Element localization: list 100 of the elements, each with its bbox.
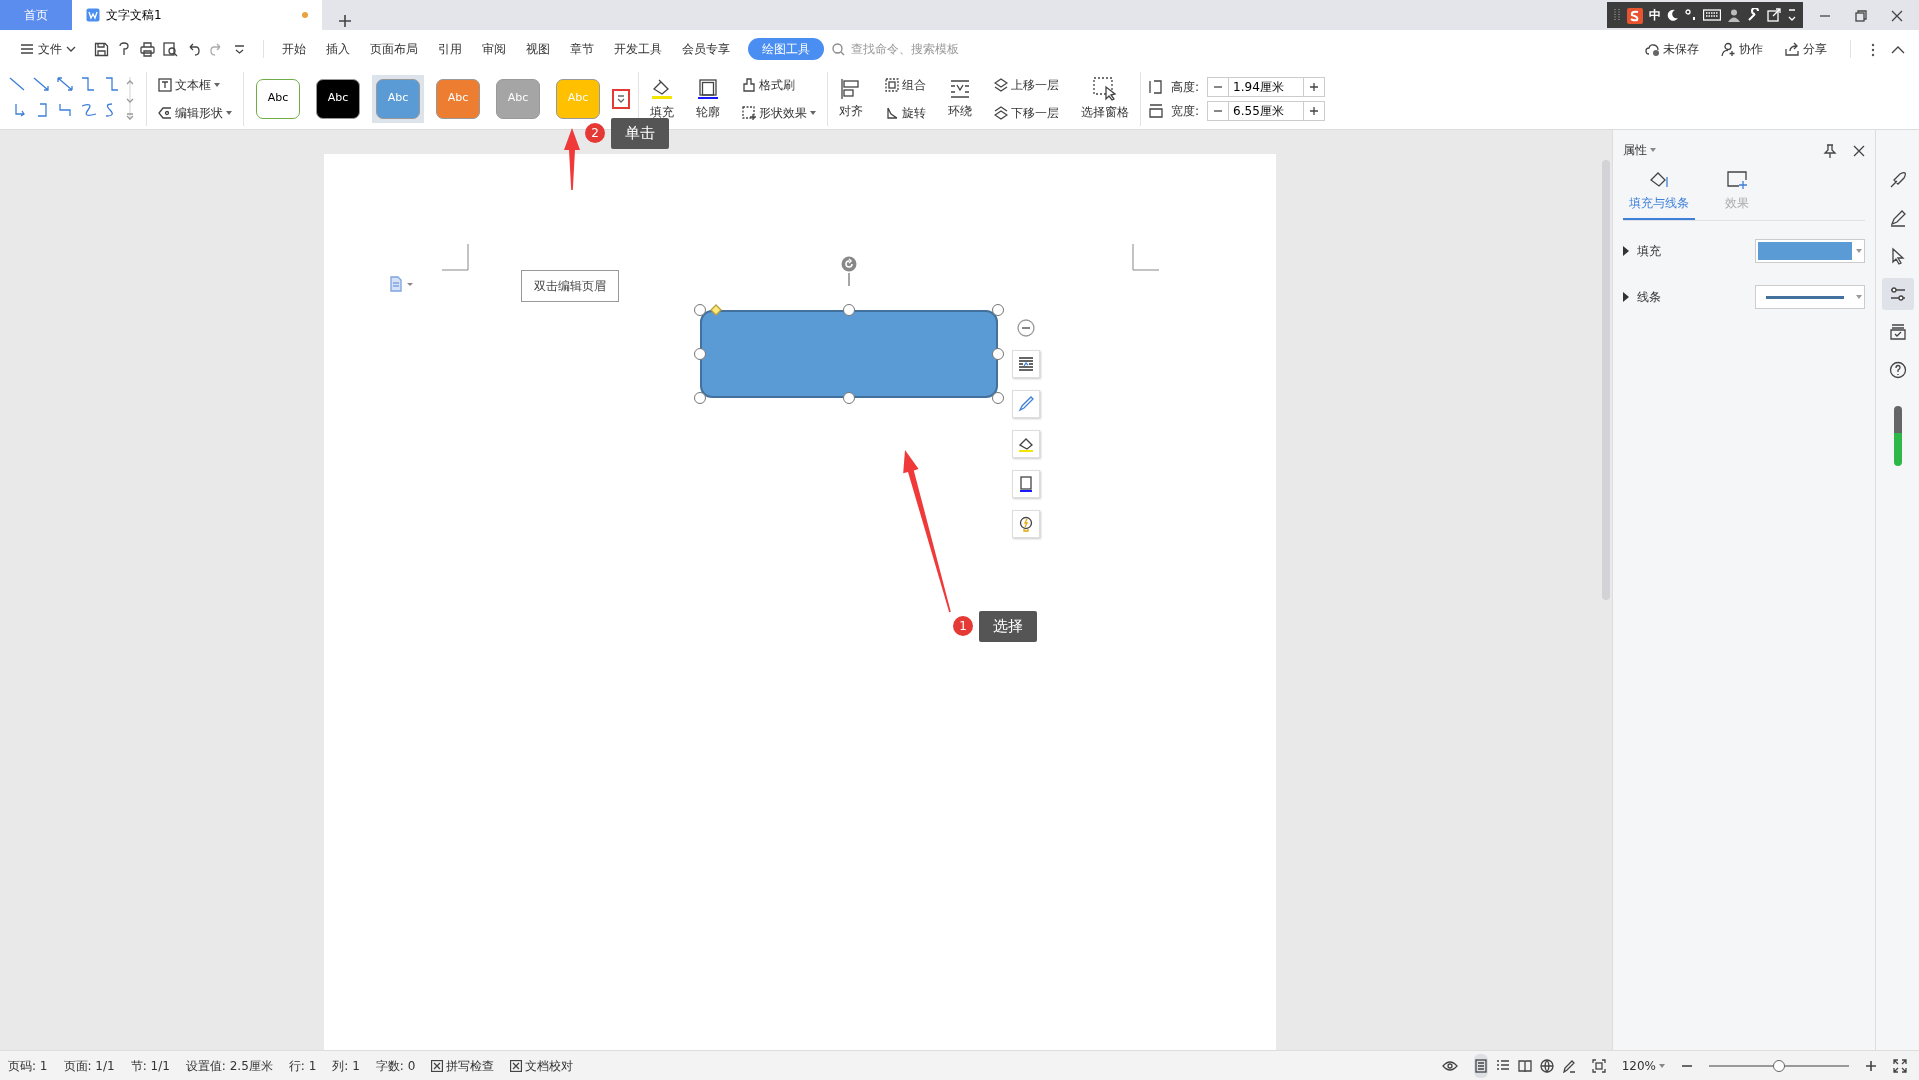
menu-tab[interactable]: 开始 [272,38,316,60]
wrap-button[interactable]: 环绕 [945,76,975,121]
shape-style-button[interactable]: Abc [316,78,360,119]
book-view-icon [1517,1059,1532,1073]
callout-label: 单击 [611,118,669,149]
pen-button[interactable] [1012,390,1040,418]
adjust-handle-icon[interactable] [710,304,722,316]
shape-style-button[interactable]: Abc [256,78,300,119]
fill-color-dropdown[interactable] [1755,239,1865,263]
size-field[interactable]: 6.55厘米 [1207,100,1326,121]
width-icon [1149,103,1163,118]
pin-icon [1823,143,1837,158]
document-tab[interactable]: 文字文稿1 [72,0,322,30]
panel-tab[interactable]: 填充与线条 [1623,166,1695,220]
menu-tab[interactable]: 开发工具 [604,38,672,60]
gallery-more-button[interactable] [612,88,630,109]
selection-pane-icon [1093,76,1117,101]
wrap-icon [949,77,971,100]
share-button[interactable]: 分享 [1782,39,1830,59]
bulb-button[interactable] [1012,510,1040,538]
close-icon [1891,9,1903,22]
status-text: 设置值: 2.5厘米 [185,1057,273,1075]
fullscreen-icon [1893,1059,1907,1073]
paint-bucket-button[interactable] [1012,430,1040,458]
resize-handle[interactable] [694,392,706,404]
layout-options-icon [1017,355,1035,373]
resize-handle[interactable] [694,348,706,360]
collaborate-button[interactable]: 协作 [1718,39,1766,59]
bring-forward-button[interactable]: 上移一层 [991,74,1062,95]
caret-icon [810,110,816,115]
send-backward-button[interactable]: 下移一层 [991,102,1062,123]
edit-shape-button[interactable]: 编辑形状 [155,102,235,123]
write-view-icon [1561,1059,1576,1073]
outline-button[interactable]: 轮廓 [693,75,723,122]
rotate-handle-icon[interactable] [840,256,858,286]
resize-handle[interactable] [992,304,1004,316]
minus-icon [1213,85,1224,88]
collapse-toolbar-icon[interactable] [1017,319,1035,337]
menu-tab[interactable]: 页面布局 [360,38,428,60]
outline-button[interactable] [1012,470,1040,498]
ime-toolbar[interactable]: 中 [1607,2,1803,28]
caret-icon [1856,249,1862,253]
caret-icon [226,110,232,115]
rotate-button[interactable]: 旋转 [882,102,929,123]
minus-icon [1213,109,1224,112]
file-menu[interactable]: 文件 [10,38,86,60]
punctuation-icon [1685,9,1697,21]
menu-tab[interactable]: 视图 [516,38,560,60]
group-icon [885,77,899,92]
status-text: 字数: 0 [375,1057,416,1075]
resize-handle[interactable] [992,392,1004,404]
share-icon [1785,41,1800,57]
paint-bucket-icon [1648,170,1670,190]
pointer-arrow [562,126,582,192]
status-text: 行: 1 [288,1057,317,1075]
selection-pane-button[interactable]: 选择窗格 [1078,75,1132,122]
step-number: 2 [585,123,605,144]
vertical-scrollbar[interactable] [1600,130,1612,1050]
property-section-toggle[interactable]: 线条 [1623,288,1661,306]
status-toggle[interactable]: 文档校对 [510,1056,574,1075]
save-status-button[interactable]: 未保存 [1642,39,1702,59]
resize-handle[interactable] [843,304,855,316]
header-hint[interactable]: 双击编辑页眉 [521,270,619,302]
property-section-toggle[interactable]: 填充 [1623,242,1661,260]
boxed-x-icon [510,1059,523,1072]
menu-tab[interactable]: 会员专享 [672,38,740,60]
layers-down-icon [994,105,1008,120]
zoom-slider-thumb[interactable] [1773,1059,1785,1072]
line-style-dropdown[interactable] [1755,285,1865,309]
dropdown-icon [1787,8,1797,22]
size-field[interactable]: 1.94厘米 [1207,76,1326,97]
keyboard-icon [1703,9,1721,21]
shape-effects-button[interactable]: 形状效果 [739,102,819,123]
panel-title-button[interactable]: 属性 [1623,141,1656,159]
field-label: 高度: [1171,78,1200,96]
status-toggle[interactable]: 拼写检查 [431,1056,495,1075]
zoom-dropdown[interactable]: 120% [1621,1056,1665,1075]
menu-tab[interactable]: 章节 [560,38,604,60]
format-painter-button[interactable]: 格式刷 [739,74,819,95]
fit-page-icon [1591,1059,1606,1073]
page-view-button[interactable] [1473,1053,1488,1078]
align-button[interactable]: 对齐 [836,76,866,121]
menu-tab[interactable]: 引用 [428,38,472,60]
resize-handle[interactable] [694,304,706,316]
layout-options-button[interactable] [1012,350,1040,378]
chevron-icon [66,45,76,53]
side-tool-button[interactable] [1881,278,1914,310]
text-box-button[interactable]: 文本框 [155,74,223,95]
text-box-icon [158,77,172,92]
moon-icon [1667,9,1679,21]
menu-tab[interactable]: 审阅 [472,38,516,60]
more-icon [1871,42,1875,57]
ime-mode[interactable]: 中 [1649,6,1661,24]
expand-gallery-icon [617,94,625,103]
group-button[interactable]: 组合 [882,74,929,95]
header-options-icon[interactable] [390,276,414,292]
expand-arrow-icon [1623,246,1629,256]
brush-icon [742,77,756,92]
status-text: 页面: 1/1 [63,1057,115,1075]
menu-tab[interactable]: 插入 [316,38,360,60]
